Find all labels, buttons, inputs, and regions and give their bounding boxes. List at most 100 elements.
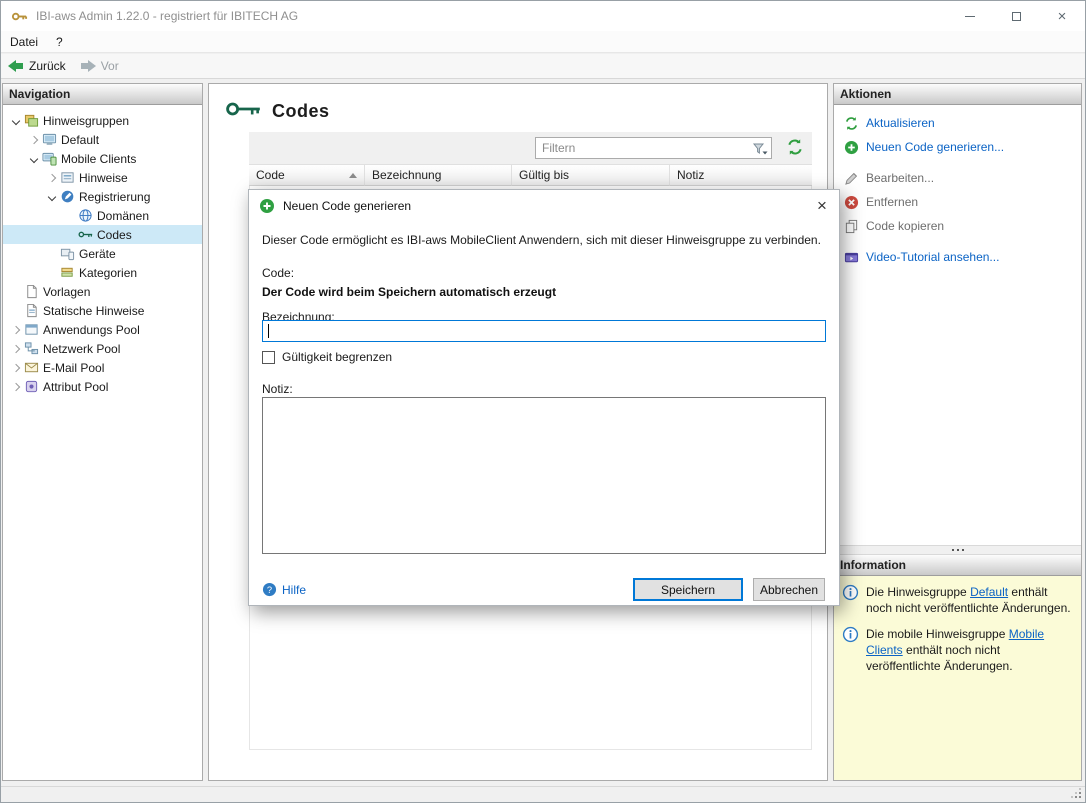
chevron-right-icon[interactable]: [9, 342, 23, 356]
column-header-notiz[interactable]: Notiz: [670, 164, 812, 186]
dialog-close-button[interactable]: ×: [805, 190, 839, 222]
chevron-right-icon[interactable]: [9, 380, 23, 394]
column-header-gueltig-bis[interactable]: Gültig bis: [512, 164, 670, 186]
info-link-default[interactable]: Default: [970, 585, 1008, 599]
notiz-field[interactable]: [262, 397, 826, 554]
filter-box: [535, 137, 772, 159]
save-button[interactable]: Speichern: [633, 578, 743, 601]
chevron-placeholder: [63, 209, 77, 223]
tree-item-label: Netzwerk Pool: [43, 341, 121, 356]
tree-item-attribut-pool[interactable]: Attribut Pool: [3, 377, 202, 396]
action-aktualisieren[interactable]: Aktualisieren: [834, 112, 1081, 134]
app-window: IBI-aws Admin 1.22.0 - registriert für I…: [0, 0, 1086, 803]
validity-checkbox-row[interactable]: Gültigkeit begrenzen: [262, 350, 392, 364]
chevron-right-icon[interactable]: [9, 323, 23, 337]
help-link-label: Hilfe: [282, 582, 307, 597]
back-button[interactable]: Zurück: [1, 54, 73, 78]
column-label: Notiz: [677, 168, 705, 182]
tree-item-domaenen[interactable]: Domänen: [3, 206, 202, 225]
filter-funnel-icon[interactable]: [752, 141, 768, 157]
pencil-icon: [843, 170, 859, 186]
chevron-placeholder: [63, 228, 77, 242]
chevron-right-icon[interactable]: [9, 361, 23, 375]
sort-asc-icon: [349, 172, 357, 178]
tree-item-email-pool[interactable]: E-Mail Pool: [3, 358, 202, 377]
chevron-down-icon[interactable]: [9, 114, 23, 128]
info-message-text: Die mobile Hinweisgruppe Mobile Clients …: [866, 627, 1044, 673]
tree-item-netzwerk-pool[interactable]: Netzwerk Pool: [3, 339, 202, 358]
code-value: Der Code wird beim Speichern automatisch…: [262, 285, 557, 299]
action-video-tutorial[interactable]: Video-Tutorial ansehen...: [834, 246, 1081, 268]
key-icon: [77, 227, 94, 243]
tree-item-codes[interactable]: Codes: [3, 225, 202, 244]
chevron-down-icon[interactable]: [27, 152, 41, 166]
menu-item-datei[interactable]: Datei: [1, 31, 47, 53]
status-bar: [1, 786, 1085, 802]
hints-icon: [59, 170, 76, 186]
tree-item-label: Attribut Pool: [43, 379, 109, 394]
bezeichnung-field-wrap: [262, 320, 826, 342]
maximize-icon: [1011, 11, 1021, 21]
code-label: Code:: [262, 266, 295, 280]
navigation-panel: Navigation Hinweisgruppen Default Mobile…: [2, 83, 203, 781]
tree-item-label: Anwendungs Pool: [43, 322, 140, 337]
tree-item-default[interactable]: Default: [3, 130, 202, 149]
tree-item-label: Hinweise: [79, 170, 128, 185]
panel-splitter[interactable]: [834, 545, 1081, 555]
validity-checkbox[interactable]: [262, 350, 275, 364]
chevron-right-icon[interactable]: [27, 133, 41, 147]
dialog-footer: ? Hilfe Speichern Abbrechen: [262, 578, 825, 601]
bezeichnung-field[interactable]: [263, 321, 825, 341]
tree-item-kategorien[interactable]: Kategorien: [3, 263, 202, 282]
tree-item-anwendungs-pool[interactable]: Anwendungs Pool: [3, 320, 202, 339]
maximize-button[interactable]: [993, 1, 1039, 31]
svg-text:?: ?: [267, 585, 272, 595]
column-header-bezeichnung[interactable]: Bezeichnung: [365, 164, 512, 186]
resize-grip[interactable]: [1071, 788, 1084, 801]
column-label: Code: [256, 168, 285, 182]
table-header-row: Code Bezeichnung Gültig bis Notiz: [249, 164, 812, 186]
info-text: Die mobile Hinweisgruppe: [866, 627, 1009, 641]
help-link[interactable]: ? Hilfe: [262, 582, 306, 597]
templates-icon: [23, 284, 40, 300]
tree-item-hinweise[interactable]: Hinweise: [3, 168, 202, 187]
column-header-code[interactable]: Code: [249, 164, 365, 186]
tree-item-statische-hinweise[interactable]: Statische Hinweise: [3, 301, 202, 320]
tree-item-label: Hinweisgruppen: [43, 113, 130, 128]
action-neuen-code-generieren[interactable]: Neuen Code generieren...: [834, 136, 1081, 158]
refresh-icon[interactable]: [786, 138, 804, 156]
minimize-button[interactable]: [947, 1, 993, 31]
network-icon: [23, 341, 40, 357]
forward-arrow-icon: [80, 60, 96, 72]
info-icon: [842, 626, 859, 643]
cancel-button[interactable]: Abbrechen: [753, 578, 825, 601]
information-area: Die Hinweisgruppe Default enthält noch n…: [834, 576, 1081, 780]
tree-item-label: Statische Hinweise: [43, 303, 145, 318]
tree-item-vorlagen[interactable]: Vorlagen: [3, 282, 202, 301]
chevron-placeholder: [45, 247, 59, 261]
static-hints-icon: [23, 303, 40, 319]
tree-item-label: Default: [61, 132, 100, 147]
notiz-label: Notiz:: [262, 382, 293, 396]
tree-item-geraete[interactable]: Geräte: [3, 244, 202, 263]
tree-item-hinweisgruppen[interactable]: Hinweisgruppen: [3, 111, 202, 130]
filter-input[interactable]: [536, 138, 771, 158]
domains-icon: [77, 208, 94, 224]
column-label: Bezeichnung: [372, 168, 442, 182]
dialog-title: Neuen Code generieren: [283, 199, 412, 213]
text-caret: [268, 324, 269, 338]
action-label: Code kopieren: [866, 219, 945, 233]
tree-item-label: Mobile Clients: [61, 151, 137, 166]
window-controls: ×: [947, 1, 1085, 31]
tree-item-mobile-clients[interactable]: Mobile Clients: [3, 149, 202, 168]
menu-item-help[interactable]: ?: [47, 31, 72, 53]
email-icon: [23, 360, 40, 376]
chevron-down-icon[interactable]: [45, 190, 59, 204]
close-button[interactable]: ×: [1039, 1, 1085, 31]
screen-icon: [41, 132, 58, 148]
video-icon: [843, 249, 859, 265]
close-icon: ×: [1057, 7, 1067, 25]
tree-item-registrierung[interactable]: Registrierung: [3, 187, 202, 206]
registration-icon: [59, 189, 76, 205]
chevron-right-icon[interactable]: [45, 171, 59, 185]
